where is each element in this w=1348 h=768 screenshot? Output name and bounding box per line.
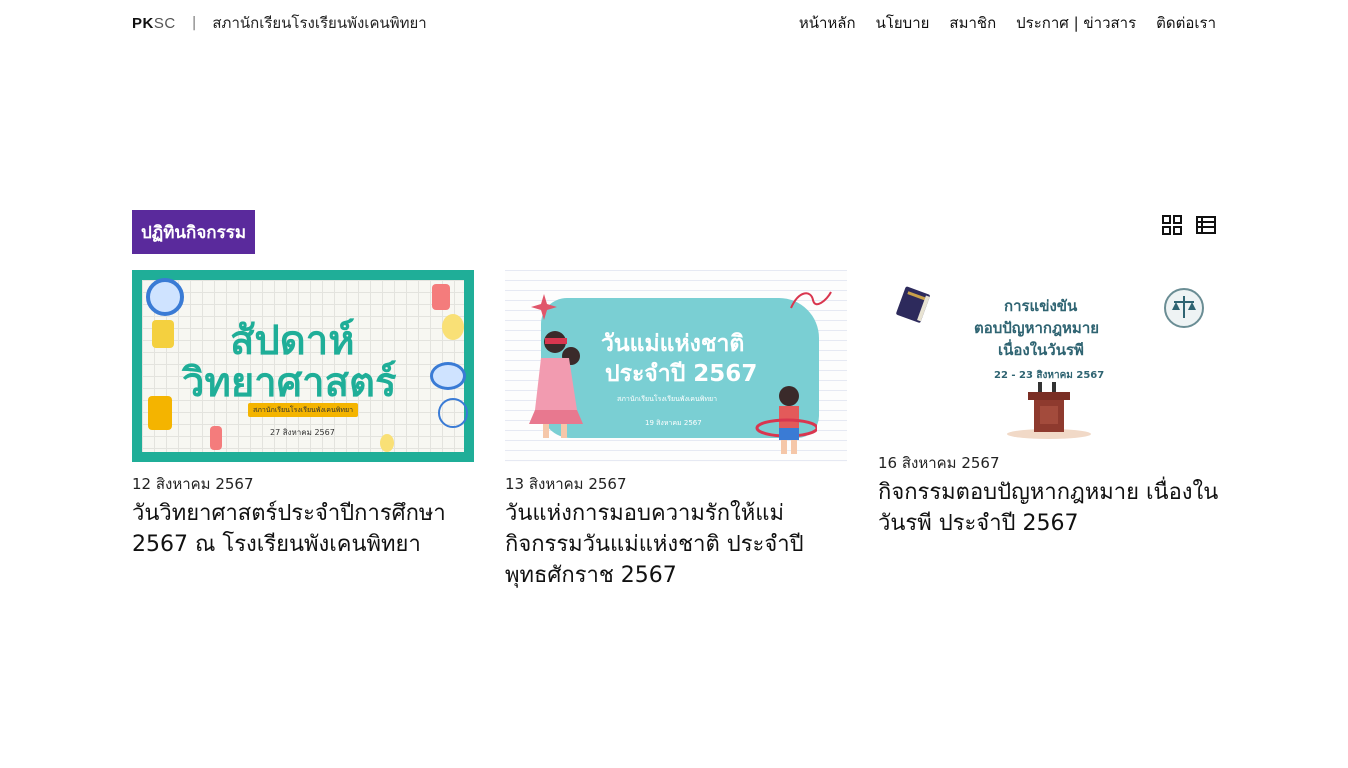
podium-icon	[1007, 382, 1091, 439]
activity-card[interactable]: สัปดาห์ วิทยาศาสตร์ สภานักเรียนโรงเรียนพ…	[132, 270, 474, 560]
nav-contact[interactable]: ติดต่อเรา	[1156, 11, 1216, 35]
magnifier-icon	[430, 362, 466, 390]
activity-card[interactable]: การแข่งขัน ตอบปัญหากฎหมาย เนื่องในวันรพี…	[878, 270, 1220, 539]
microscope-icon	[148, 396, 172, 430]
atom-icon	[438, 398, 468, 428]
thumb-sub: 27 สิงหาคม 2567	[270, 428, 335, 437]
thumb-line4: 22 - 23 สิงหาคม 2567	[994, 370, 1105, 381]
test-tube-icon	[210, 426, 222, 450]
scribble-icon	[790, 291, 832, 309]
card-title[interactable]: วันวิทยาศาสตร์ประจำปีการศึกษา 2567 ณ โรง…	[132, 498, 474, 560]
logo-pk: PK	[132, 14, 154, 32]
battery-icon	[152, 320, 174, 348]
card-thumbnail-science[interactable]: สัปดาห์ วิทยาศาสตร์ สภานักเรียนโรงเรียนพ…	[132, 270, 474, 462]
logo-sc: SC	[153, 14, 176, 32]
grid-view-icon[interactable]	[1161, 214, 1183, 236]
thumb-line1: การแข่งขัน	[1004, 297, 1078, 315]
card-thumbnail-mothers-day[interactable]: วันแม่แห่งชาติ ประจำปี 2567 สภานักเรียนโ…	[505, 270, 847, 462]
card-date: 16 สิงหาคม 2567	[878, 454, 1000, 472]
thumb-line2: ประจำปี 2567	[605, 361, 758, 387]
flask-icon	[432, 284, 450, 310]
child-hula-hoop-illustration	[755, 386, 817, 454]
card-thumbnail-law-quiz[interactable]: การแข่งขัน ตอบปัญหากฎหมาย เนื่องในวันรพี…	[878, 270, 1220, 441]
book-icon	[896, 286, 930, 323]
main-nav: หน้าหลัก นโยบาย สมาชิก ประกาศ | ข่าวสาร …	[799, 11, 1216, 35]
card-title[interactable]: วันแห่งการมอบความรักให้แม่ กิจกรรมวันแม่…	[505, 498, 847, 591]
card-date: 12 สิงหาคม 2567	[132, 475, 254, 493]
section-title-badge: ปฏิทินกิจกรรม	[132, 210, 256, 254]
activity-card[interactable]: วันแม่แห่งชาติ ประจำปี 2567 สภานักเรียนโ…	[505, 270, 847, 591]
thumb-sub1: สภานักเรียนโรงเรียนพังเคนพิทยา	[617, 395, 718, 403]
nav-news[interactable]: ประกาศ | ข่าวสาร	[1016, 11, 1136, 35]
nav-policy[interactable]: นโยบาย	[876, 11, 930, 35]
mother-child-illustration	[529, 331, 583, 438]
thumb-line3: เนื่องในวันรพี	[998, 341, 1084, 359]
sparkle-icon	[531, 294, 557, 320]
nav-home[interactable]: หน้าหลัก	[799, 11, 856, 35]
brand[interactable]: PK SC | สภานักเรียนโรงเรียนพังเคนพิทยา	[132, 11, 427, 35]
lightbulb-icon	[442, 314, 464, 340]
list-view-icon[interactable]	[1195, 214, 1217, 236]
site-header: PK SC | สภานักเรียนโรงเรียนพังเคนพิทยา หน…	[132, 0, 1216, 42]
magnifier-icon	[146, 278, 184, 316]
lightbulb-icon	[380, 434, 394, 452]
card-title[interactable]: กิจกรรมตอบปัญหากฎหมาย เนื่องในวันรพี ประ…	[878, 477, 1220, 539]
thumb-pill: สภานักเรียนโรงเรียนพังเคนพิทยา	[248, 403, 358, 417]
brand-separator: |	[191, 15, 197, 31]
nav-members[interactable]: สมาชิก	[949, 11, 996, 35]
thumb-line2: ตอบปัญหากฎหมาย	[974, 319, 1100, 337]
site-name[interactable]: สภานักเรียนโรงเรียนพังเคนพิทยา	[212, 11, 426, 35]
thumb-sub2: 19 สิงหาคม 2567	[645, 419, 702, 427]
card-date: 13 สิงหาคม 2567	[505, 475, 627, 493]
view-toggle	[1161, 214, 1217, 236]
site-logo[interactable]: PK SC	[132, 15, 176, 32]
law-emblem-icon	[1164, 288, 1204, 328]
